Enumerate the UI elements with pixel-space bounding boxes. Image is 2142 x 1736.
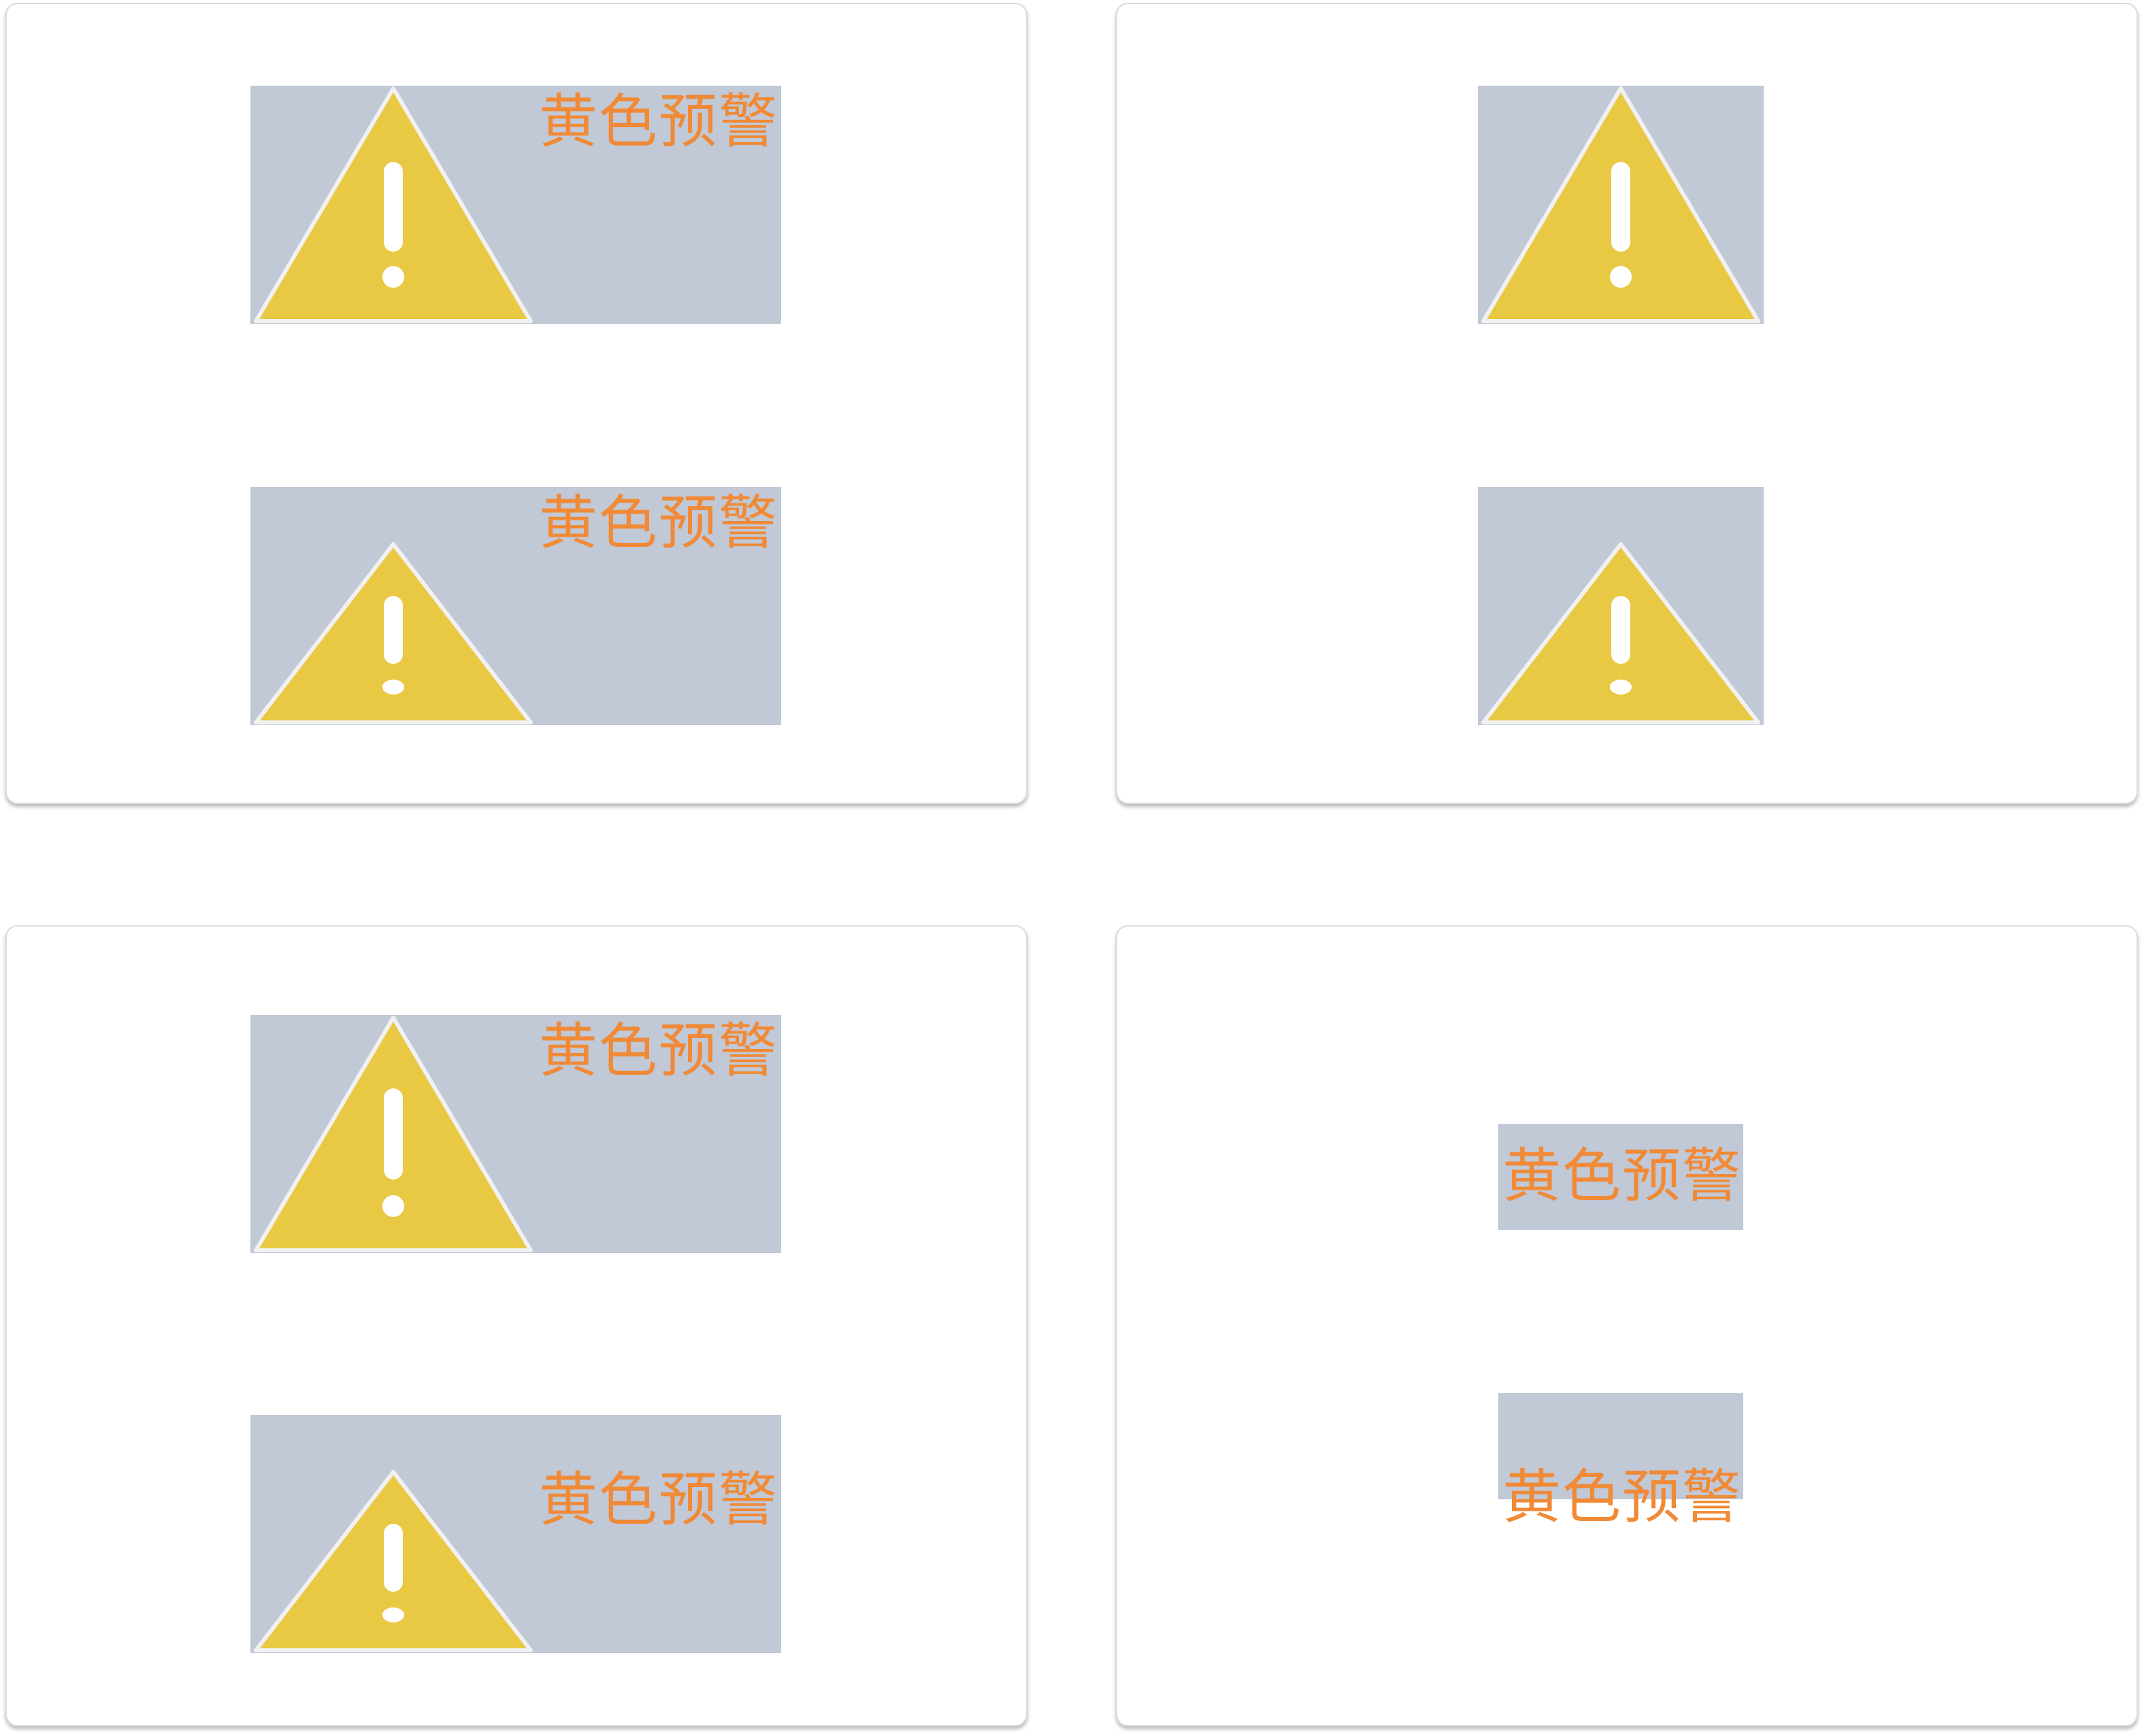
warning-triangle-icon	[254, 1470, 533, 1652]
warning-widget-icon-label: 黄色预警	[250, 1015, 781, 1253]
warning-label: 黄色预警	[539, 489, 778, 557]
warning-widget-icon-label: 黄色预警	[250, 86, 781, 324]
preview-card-bottom-left: 黄色预警 黄色预警	[5, 925, 1027, 1726]
warning-triangle-icon	[254, 542, 533, 724]
warning-label: 黄色预警	[539, 1017, 778, 1085]
warning-widget-label-only: 黄色预警	[1498, 1393, 1743, 1526]
warning-label: 黄色预警	[1502, 1463, 1742, 1531]
warning-widget-icon-label: 黄色预警	[250, 1415, 781, 1653]
warning-triangle-icon	[1481, 542, 1760, 724]
preview-card-top-right	[1116, 3, 2138, 804]
warning-label: 黄色预警	[539, 1466, 778, 1534]
warning-label: 黄色预警	[1502, 1142, 1742, 1210]
warning-widget-icon-only	[1478, 487, 1764, 725]
warning-triangle-icon	[254, 86, 533, 323]
warning-triangle-icon	[254, 1016, 533, 1252]
preview-card-bottom-right: 黄色预警 黄色预警	[1116, 925, 2138, 1726]
preview-card-top-left: 黄色预警 黄色预警	[5, 3, 1027, 804]
warning-widget-icon-only	[1478, 86, 1764, 324]
warning-widget-icon-label: 黄色预警	[250, 487, 781, 725]
warning-triangle-icon	[1481, 86, 1760, 323]
warning-label: 黄色预警	[539, 88, 778, 156]
warning-widget-label-only: 黄色预警	[1498, 1124, 1743, 1230]
